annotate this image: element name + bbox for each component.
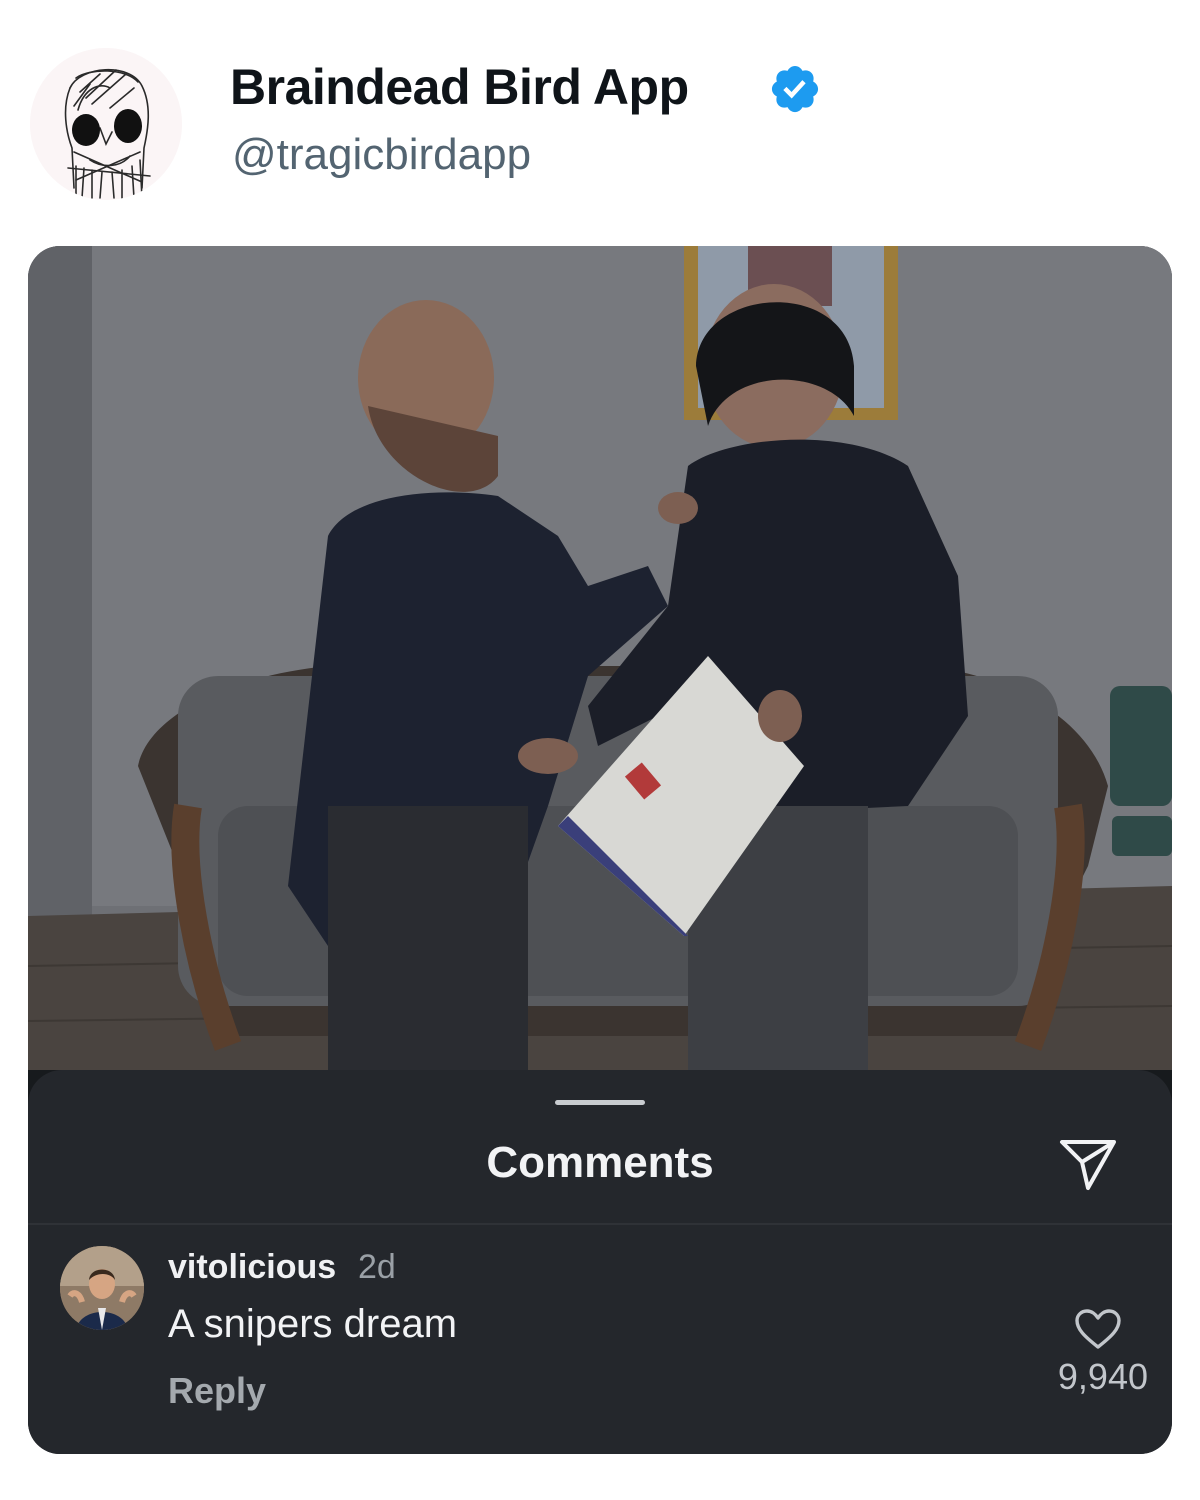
like-count: 9,940 <box>1057 1356 1148 1397</box>
author-display-name[interactable]: Braindead Bird App <box>230 58 689 116</box>
sheet-grabber-handle[interactable] <box>555 1100 645 1105</box>
author-handle[interactable]: @tragicbirdapp <box>232 130 531 180</box>
commenter-photo <box>60 1246 144 1330</box>
commenter-avatar[interactable] <box>60 1246 144 1330</box>
comment-timestamp: 2d <box>358 1248 396 1286</box>
comments-title: Comments <box>486 1138 714 1187</box>
post-photo[interactable] <box>28 246 1172 1070</box>
comments-sheet: Comments vitolicious 2d A snipers dream … <box>28 1070 1172 1454</box>
send-icon[interactable] <box>1058 1136 1118 1192</box>
heart-icon[interactable] <box>1074 1308 1122 1350</box>
reply-button[interactable]: Reply <box>168 1370 266 1412</box>
skull-sketch-icon <box>30 48 182 200</box>
post-media-card: Comments vitolicious 2d A snipers dream … <box>28 246 1172 1454</box>
comment-text: A snipers dream <box>168 1302 458 1346</box>
sheet-divider <box>28 1223 1172 1225</box>
verified-badge-icon <box>771 65 819 113</box>
author-avatar[interactable] <box>30 48 182 200</box>
commenter-username[interactable]: vitolicious <box>168 1248 336 1287</box>
